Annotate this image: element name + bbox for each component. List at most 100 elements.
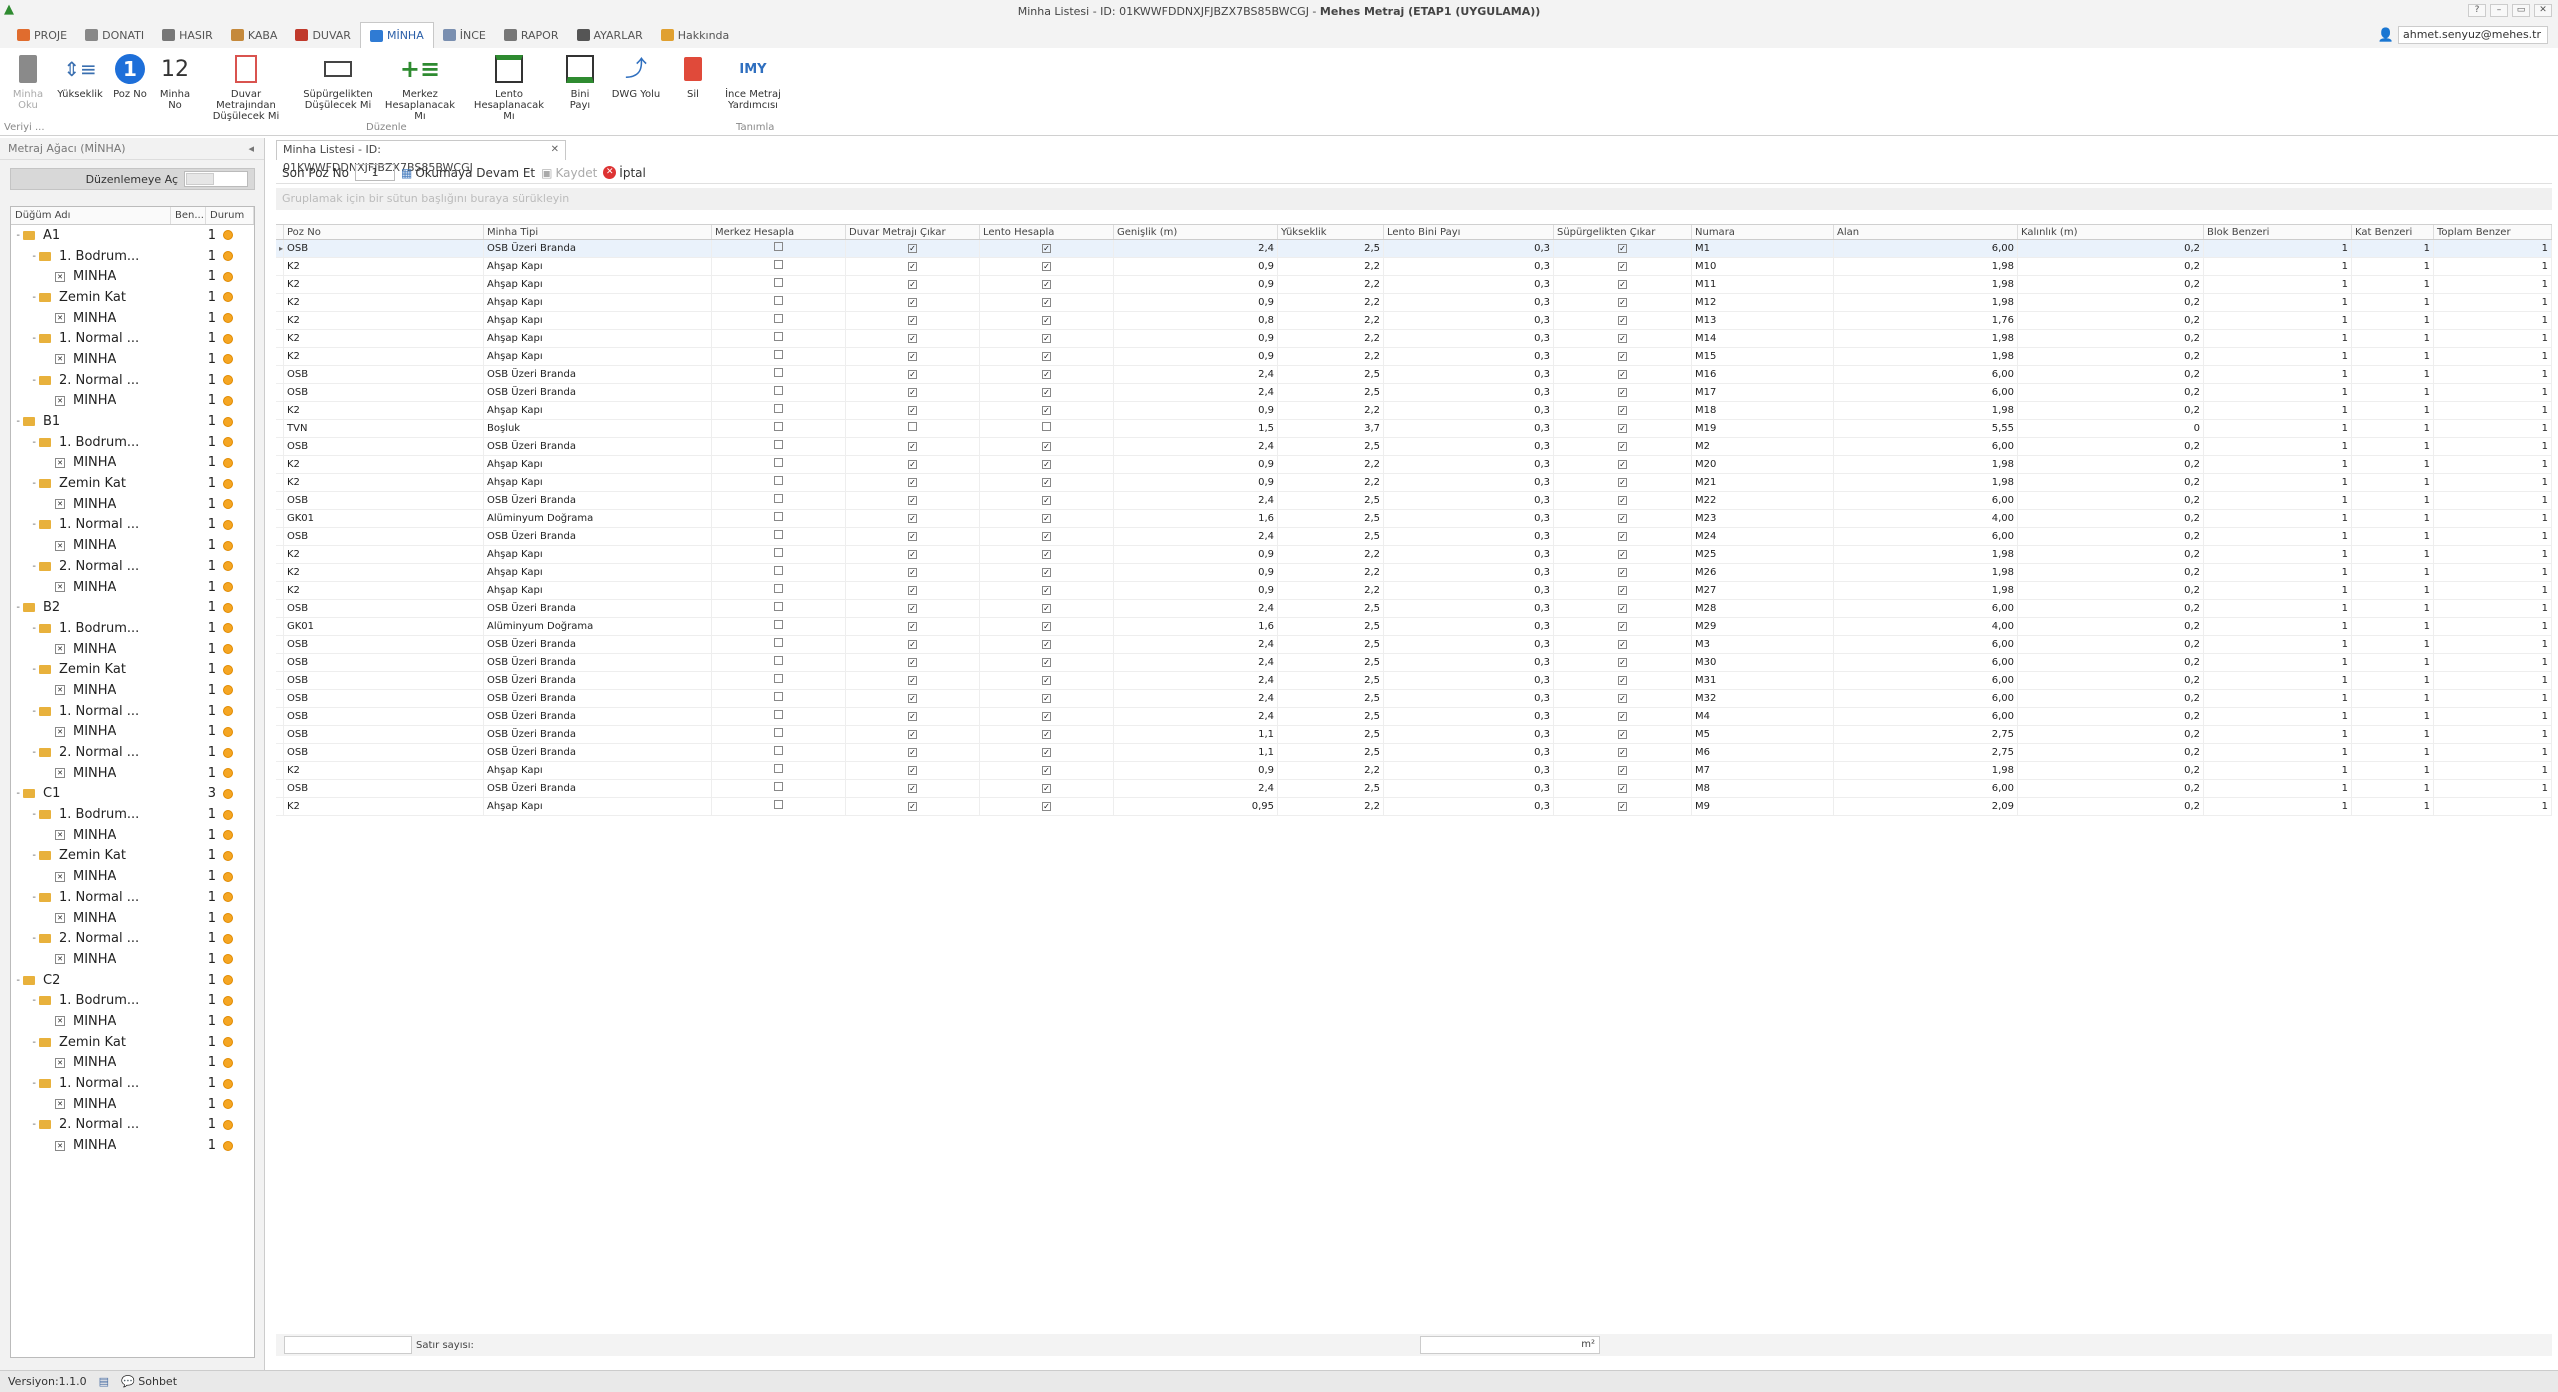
grid-cell[interactable]: OSB Üzeri Branda — [484, 708, 712, 725]
grid-cell[interactable]: ✓ — [846, 402, 980, 419]
checkbox-checked-icon[interactable]: ✓ — [1042, 730, 1051, 739]
grid-col-header[interactable]: Lento Hesapla — [980, 225, 1114, 239]
grid-cell[interactable]: ✓ — [980, 690, 1114, 707]
grid-cell[interactable]: ✓ — [846, 780, 980, 797]
grid-cell[interactable] — [712, 240, 846, 257]
grid-cell[interactable]: 1,76 — [1834, 312, 2018, 329]
table-row[interactable]: OSB OSB Üzeri Branda ✓ ✓ 2,4 2,5 0,3 ✓ M31 6,00 0,… — [276, 672, 2552, 690]
grid-cell[interactable] — [712, 330, 846, 347]
grid-cell[interactable]: 1 — [2352, 348, 2434, 365]
table-row[interactable]: TVN Boşluk 1,5 3,7 0,3 ✓ M19 5,55 0 1 1 1 — [276, 420, 2552, 438]
tree-node[interactable]: -2. Normal ... 1 — [11, 1115, 254, 1136]
ribbon-button-9[interactable]: Bini Payı — [560, 52, 600, 111]
grid-cell[interactable]: 1 — [2434, 402, 2552, 419]
grid-cell[interactable]: ✓ — [1554, 456, 1692, 473]
grid-cell[interactable]: 1,98 — [1834, 582, 2018, 599]
ribbon-button-6[interactable]: Süpürgelikten Düşülecek Mi — [300, 52, 376, 111]
grid-cell[interactable] — [712, 744, 846, 761]
checkbox-checked-icon[interactable]: ✓ — [1042, 748, 1051, 757]
grid-cell[interactable] — [712, 672, 846, 689]
checkbox-checked-icon[interactable]: ✓ — [1618, 748, 1627, 757]
checkbox-unchecked-icon[interactable] — [774, 710, 783, 719]
grid-cell[interactable]: 0,8 — [1114, 312, 1278, 329]
grid-cell[interactable]: OSB — [284, 528, 484, 545]
grid-cell[interactable]: 2,2 — [1278, 762, 1384, 779]
table-row[interactable]: K2 Ahşap Kapı ✓ ✓ 0,9 2,2 0,3 ✓ M10 1,98 0,2 1 1 1 — [276, 258, 2552, 276]
grid-cell[interactable]: 0,2 — [2018, 402, 2204, 419]
grid-cell[interactable]: 1 — [2204, 618, 2352, 635]
checkbox-unchecked-icon[interactable] — [774, 800, 783, 809]
grid-cell[interactable]: 6,00 — [1834, 654, 2018, 671]
grid-cell[interactable]: K2 — [284, 276, 484, 293]
grid-cell[interactable]: 1 — [2352, 420, 2434, 437]
grid-cell[interactable]: 1 — [2352, 546, 2434, 563]
grid-cell[interactable]: 6,00 — [1834, 384, 2018, 401]
grid-cell[interactable]: 1 — [2352, 330, 2434, 347]
grid-cell[interactable]: ✓ — [846, 600, 980, 617]
grid-cell[interactable]: K2 — [284, 582, 484, 599]
grid-cell[interactable] — [712, 366, 846, 383]
grid-cell[interactable] — [712, 564, 846, 581]
grid-cell[interactable]: 0,2 — [2018, 636, 2204, 653]
grid-cell[interactable]: ✓ — [1554, 492, 1692, 509]
menu-tab-9[interactable]: AYARLAR — [568, 23, 652, 47]
grid-cell[interactable]: ✓ — [1554, 348, 1692, 365]
grid-cell[interactable]: ✓ — [1554, 240, 1692, 257]
checkbox-unchecked-icon[interactable] — [774, 440, 783, 449]
grid-cell[interactable]: ✓ — [1554, 510, 1692, 527]
checkbox-unchecked-icon[interactable] — [774, 530, 783, 539]
grid-cell[interactable]: M12 — [1692, 294, 1834, 311]
grid-cell[interactable]: 6,00 — [1834, 528, 2018, 545]
grid-cell[interactable]: 6,00 — [1834, 492, 2018, 509]
grid-cell[interactable]: ✓ — [1554, 528, 1692, 545]
grid-cell[interactable]: M26 — [1692, 564, 1834, 581]
grid-cell[interactable]: ✓ — [980, 258, 1114, 275]
grid-cell[interactable]: 2,5 — [1278, 726, 1384, 743]
grid-cell[interactable]: OSB Üzeri Branda — [484, 672, 712, 689]
grid-cell[interactable]: M17 — [1692, 384, 1834, 401]
grid-cell[interactable]: M20 — [1692, 456, 1834, 473]
tree-node[interactable]: ✕ MİNHA 1 — [11, 577, 254, 598]
grid-cell[interactable]: ✓ — [846, 546, 980, 563]
grid-cell[interactable]: ✓ — [846, 456, 980, 473]
grid-cell[interactable]: 1 — [2204, 330, 2352, 347]
grid-cell[interactable] — [712, 690, 846, 707]
grid-cell[interactable] — [846, 420, 980, 437]
grid-cell[interactable]: M10 — [1692, 258, 1834, 275]
grid-cell[interactable]: 0,3 — [1384, 762, 1554, 779]
grid-cell[interactable]: M18 — [1692, 402, 1834, 419]
grid-cell[interactable]: 1 — [2204, 546, 2352, 563]
menu-tab-4[interactable]: KABA — [222, 23, 287, 47]
table-row[interactable]: OSB OSB Üzeri Branda ✓ ✓ 2,4 2,5 0,3 ✓ M8 6,00 0,2… — [276, 780, 2552, 798]
grid-cell[interactable]: ✓ — [846, 474, 980, 491]
checkbox-checked-icon[interactable]: ✓ — [1618, 676, 1627, 685]
grid-cell[interactable] — [712, 294, 846, 311]
ribbon-button-10[interactable]: ⤴ DWG Yolu — [606, 52, 666, 100]
checkbox-checked-icon[interactable]: ✓ — [908, 802, 917, 811]
grid-cell[interactable] — [712, 474, 846, 491]
grid-cell[interactable]: 1 — [2434, 618, 2552, 635]
grid-cell[interactable]: ✓ — [846, 708, 980, 725]
grid-cell[interactable]: M6 — [1692, 744, 1834, 761]
grid-cell[interactable]: 1 — [2204, 258, 2352, 275]
tree-node[interactable]: ✕ MİNHA 1 — [11, 308, 254, 329]
grid-cell[interactable] — [712, 762, 846, 779]
grid-cell[interactable] — [712, 420, 846, 437]
grid-cell[interactable]: 1 — [2434, 348, 2552, 365]
tree-node[interactable]: -1. Normal ... 1 — [11, 328, 254, 349]
grid-cell[interactable]: ✓ — [980, 654, 1114, 671]
grid-cell[interactable]: ✓ — [1554, 726, 1692, 743]
edit-toggle[interactable] — [184, 171, 248, 187]
checkbox-checked-icon[interactable]: ✓ — [1042, 604, 1051, 613]
grid-cell[interactable]: ✓ — [1554, 420, 1692, 437]
grid-cell[interactable]: 2,2 — [1278, 330, 1384, 347]
grid-col-header[interactable]: Duvar Metrajı Çıkar — [846, 225, 980, 239]
grid-cell[interactable]: 1,98 — [1834, 402, 2018, 419]
grid-cell[interactable]: 1 — [2204, 384, 2352, 401]
ribbon-button-1[interactable]: Minha Oku — [8, 52, 48, 111]
checkbox-checked-icon[interactable]: ✓ — [1042, 280, 1051, 289]
checkbox-checked-icon[interactable]: ✓ — [908, 568, 917, 577]
grid-col-header[interactable]: Merkez Hesapla — [712, 225, 846, 239]
checkbox-checked-icon[interactable]: ✓ — [1618, 532, 1627, 541]
checkbox-checked-icon[interactable]: ✓ — [1042, 658, 1051, 667]
